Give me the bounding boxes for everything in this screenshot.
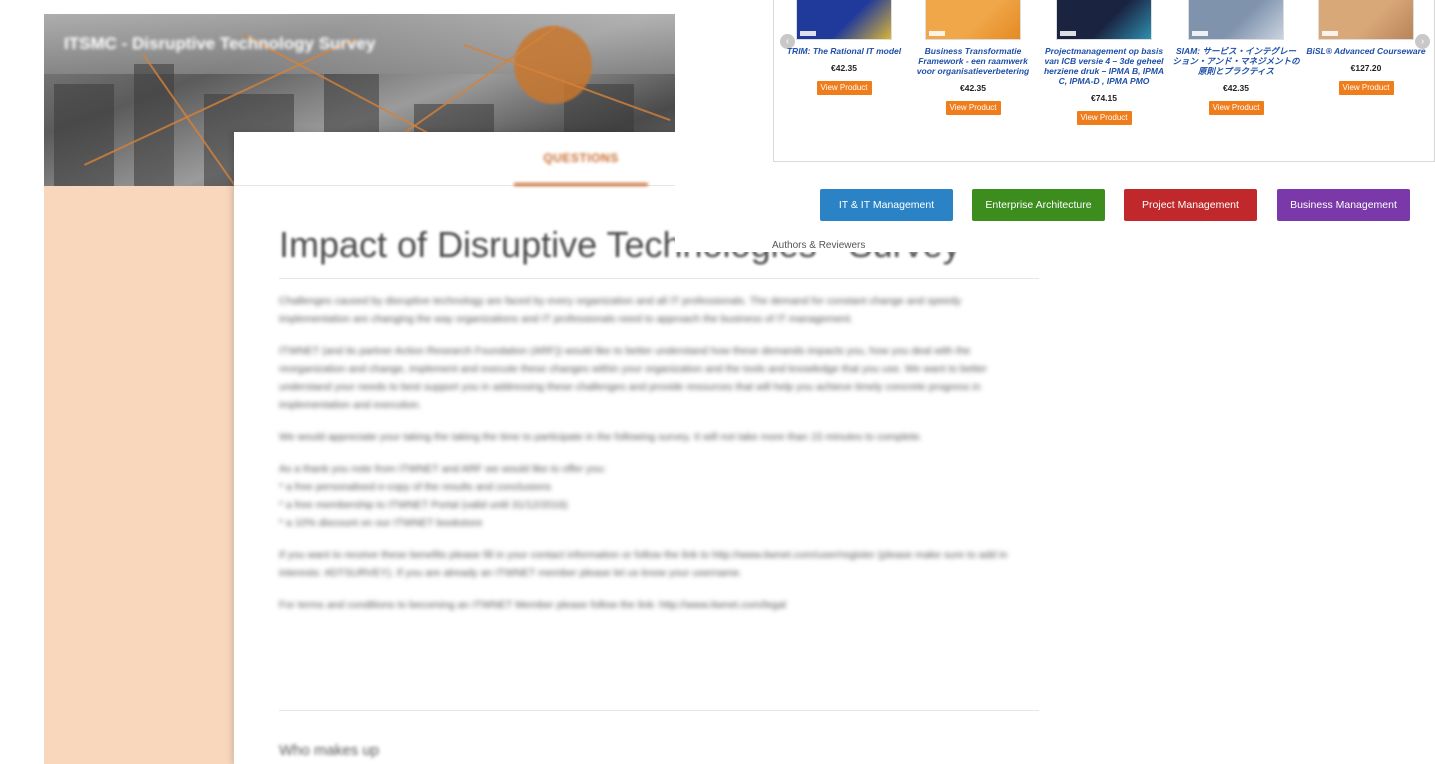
product-carousel: ‹ TRIM: The Rational IT model €42.35 Vie… <box>773 0 1435 162</box>
product-thumbnail[interactable] <box>925 0 1021 40</box>
survey-terms: For terms and conditions to becoming an … <box>279 599 786 611</box>
publisher-logo-icon <box>1322 31 1338 36</box>
product-card: Projectmanagement op basis van ICB versi… <box>1038 0 1170 125</box>
publisher-logo-icon <box>1060 31 1076 36</box>
divider <box>279 710 1039 711</box>
publisher-logo-icon <box>1192 31 1208 36</box>
product-title-link[interactable]: Projectmanagement op basis van ICB versi… <box>1038 46 1170 86</box>
category-business-management-button[interactable]: Business Management <box>1277 189 1410 221</box>
view-product-button[interactable]: View Product <box>816 81 872 95</box>
survey-paragraph: We would appreciate your taking the taki… <box>279 431 923 443</box>
category-buttons: IT & IT Management Enterprise Architectu… <box>675 189 1435 221</box>
divider <box>279 278 1039 279</box>
survey-description: Challenges caused by disruptive technolo… <box>279 292 1029 628</box>
survey-offer-item: * a free membership to ITWNET Portal (va… <box>279 499 568 511</box>
view-product-button[interactable]: View Product <box>1338 81 1394 95</box>
product-price: €42.35 <box>1223 83 1249 93</box>
tab-questions[interactable]: QUESTIONS <box>514 132 648 186</box>
authors-reviewers-heading: Authors & Reviewers <box>772 240 866 251</box>
publisher-logo-icon <box>929 31 945 36</box>
screen: ITSMC - Disruptive Technology Survey QUE… <box>0 0 1435 764</box>
banner-orb <box>514 26 592 104</box>
survey-paragraph: Challenges caused by disruptive technolo… <box>279 295 961 325</box>
product-thumbnail[interactable] <box>1188 0 1284 40</box>
view-product-button[interactable]: View Product <box>1208 101 1264 115</box>
product-price: €74.15 <box>1091 93 1117 103</box>
survey-brand: ITSMC - Disruptive Technology Survey <box>64 34 376 53</box>
survey-paragraph: If you want to receive these benefits pl… <box>279 549 1008 579</box>
category-it-management-button[interactable]: IT & IT Management <box>820 189 953 221</box>
category-project-management-button[interactable]: Project Management <box>1124 189 1257 221</box>
view-product-button[interactable]: View Product <box>1076 111 1132 125</box>
survey-offer-intro: As a thank you note from ITWNET and ARF … <box>279 463 607 475</box>
product-title-link[interactable]: Business Transformatie Framework - een r… <box>907 46 1039 76</box>
product-thumbnail[interactable] <box>1056 0 1152 40</box>
survey-paragraph: ITWNET (and its partner Action Research … <box>279 345 987 411</box>
product-card: Business Transformatie Framework - een r… <box>907 0 1039 115</box>
webshop-panel: ‹ TRIM: The Rational IT model €42.35 Vie… <box>675 0 1435 252</box>
carousel-next-icon[interactable]: › <box>1415 34 1430 49</box>
product-title-link[interactable]: SIAM: サービス・インテグレーション・アンド・マネジメントの原則とプラクティ… <box>1170 46 1302 76</box>
survey-offer-item: * a 10% discount on our ITWNET bookstore <box>279 517 483 529</box>
product-title-link[interactable]: TRIM: The Rational IT model <box>778 46 910 56</box>
survey-side-background <box>44 186 234 764</box>
next-section-title: Who makes up <box>279 742 380 759</box>
product-price: €42.35 <box>831 63 857 73</box>
publisher-logo-icon <box>800 31 816 36</box>
product-title-link[interactable]: BiSL® Advanced Courseware <box>1300 46 1432 56</box>
product-card: TRIM: The Rational IT model €42.35 View … <box>778 0 910 95</box>
product-card: BiSL® Advanced Courseware €127.20 View P… <box>1300 0 1432 95</box>
product-thumbnail[interactable] <box>796 0 892 40</box>
product-card: SIAM: サービス・インテグレーション・アンド・マネジメントの原則とプラクティ… <box>1170 0 1302 115</box>
product-thumbnail[interactable] <box>1318 0 1414 40</box>
survey-offer-item: * a free personalised e-copy of the resu… <box>279 481 551 493</box>
view-product-button[interactable]: View Product <box>945 101 1001 115</box>
product-price: €127.20 <box>1350 63 1382 73</box>
survey-offer: As a thank you note from ITWNET and ARF … <box>279 460 1029 532</box>
product-price: €42.35 <box>960 83 986 93</box>
category-enterprise-architecture-button[interactable]: Enterprise Architecture <box>972 189 1105 221</box>
banner-building <box>54 84 114 186</box>
